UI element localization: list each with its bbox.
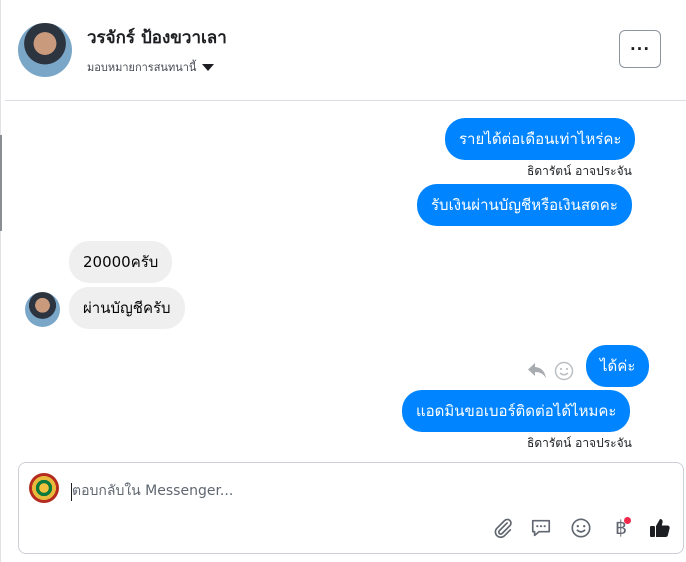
reply-composer: ฿ <box>18 462 684 554</box>
contact-avatar-small <box>25 292 60 327</box>
message-incoming[interactable]: ผ่านบัญชีครับ <box>69 287 185 329</box>
page-avatar <box>29 473 59 503</box>
scroll-indicator <box>0 135 2 231</box>
message-outgoing[interactable]: รับเงินผ่านบัญชีหรือเงินสดคะ <box>417 184 632 226</box>
emoji-icon[interactable] <box>568 515 594 541</box>
reply-icon[interactable] <box>527 361 547 383</box>
message-outgoing[interactable]: รายได้ต่อเดือนเท่าไหร่คะ <box>445 118 636 160</box>
panel-divider <box>0 0 1 562</box>
message-sender-name: ธิดารัตน์ อาจประจัน <box>527 436 632 450</box>
react-smiley-icon[interactable] <box>554 361 574 385</box>
thumbs-up-icon[interactable] <box>647 515 673 541</box>
contact-avatar[interactable] <box>18 23 72 77</box>
reply-input[interactable] <box>72 477 632 505</box>
assign-conversation-label: มอบหมายการสนทนานี้ <box>87 61 197 74</box>
message-outgoing[interactable]: แอดมินขอเบอร์ติดต่อได้ไหมคะ <box>402 390 631 432</box>
assign-conversation-dropdown[interactable]: มอบหมายการสนทนานี้ <box>87 58 215 76</box>
baht-icon[interactable]: ฿ <box>608 515 634 541</box>
message-sender-name: ธิดารัตน์ อาจประจัน <box>527 164 632 178</box>
more-options-button[interactable]: ··· <box>619 30 661 68</box>
paperclip-icon[interactable] <box>490 515 516 541</box>
conversation-header: วรจักร์ ป้องขวาเลา มอบหมายการสนทนานี้ ··… <box>5 0 686 101</box>
caret-down-icon <box>202 63 215 71</box>
chat-bubble-icon[interactable] <box>528 515 554 541</box>
message-incoming[interactable]: 20000ครับ <box>69 241 173 283</box>
message-outgoing[interactable]: ได้ค่ะ <box>586 345 650 387</box>
contact-name[interactable]: วรจักร์ ป้องขวาเลา <box>87 24 227 51</box>
notification-dot <box>624 517 631 524</box>
